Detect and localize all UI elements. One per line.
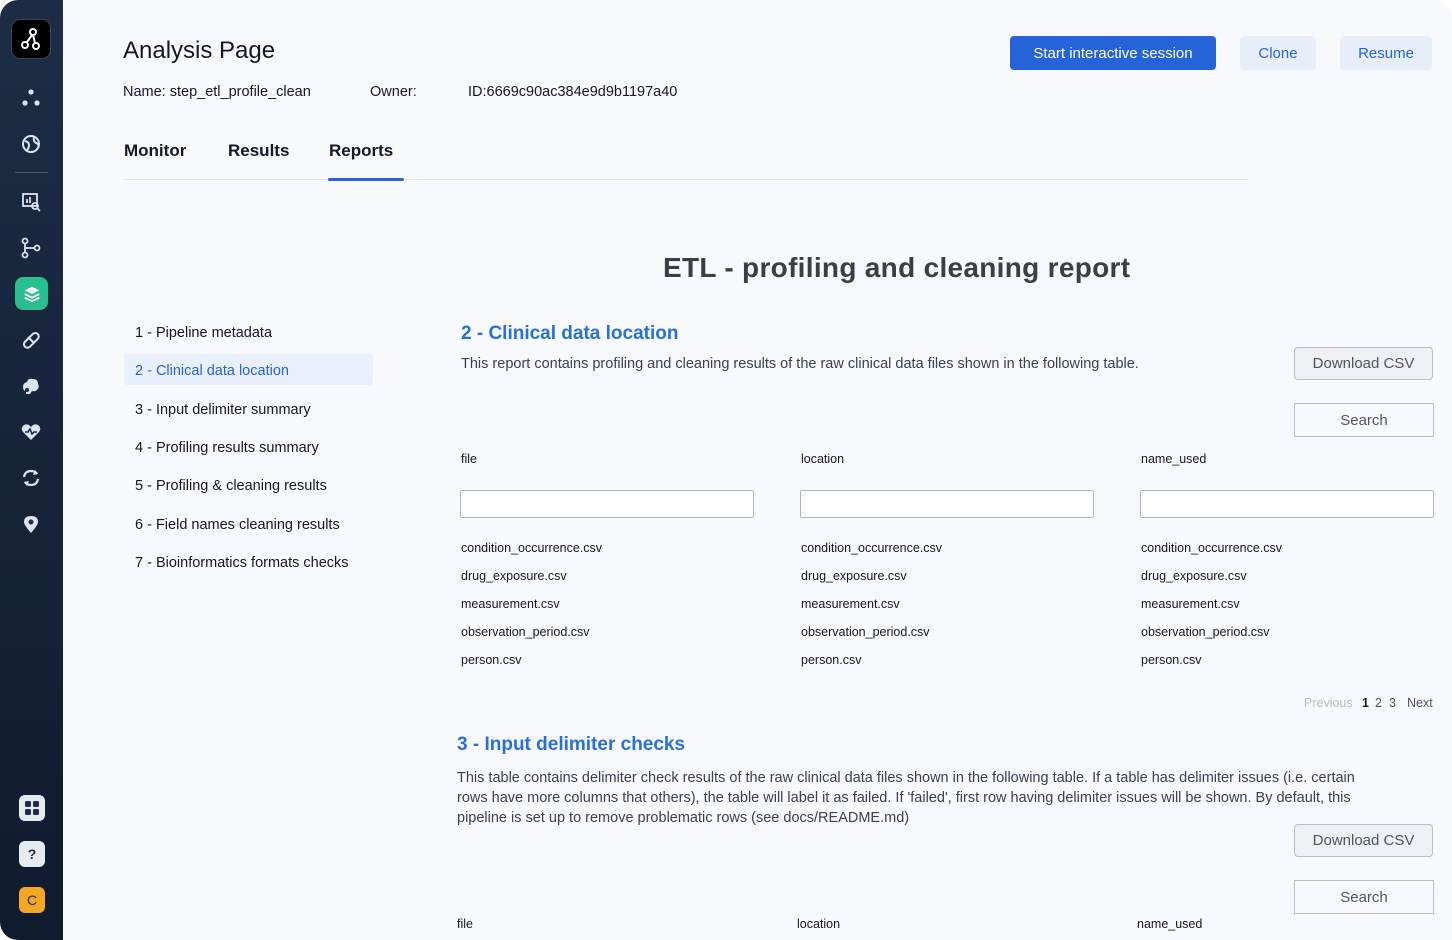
- column-header-file[interactable]: file: [461, 452, 477, 466]
- column-header-name-used[interactable]: name_used: [1141, 452, 1206, 466]
- logo-icon: [21, 28, 40, 50]
- table-cell: drug_exposure.csv: [801, 569, 907, 583]
- toc-item-input-delimiter-summary[interactable]: 3 - Input delimiter summary: [135, 402, 311, 418]
- table-cell: condition_occurrence.csv: [461, 541, 603, 555]
- toc-item-clinical-data-location[interactable]: 2 - Clinical data location: [135, 363, 289, 379]
- filter-input-location[interactable]: [800, 490, 1094, 518]
- tab-results[interactable]: Results: [228, 141, 289, 161]
- table-cell: measurement.csv: [1141, 597, 1240, 611]
- column-header-location[interactable]: location: [801, 452, 844, 466]
- section-3-search-button[interactable]: Search: [1294, 880, 1434, 914]
- table-cell: drug_exposure.csv: [461, 569, 567, 583]
- pager-previous[interactable]: Previous: [1304, 696, 1353, 710]
- page-title: Analysis Page: [123, 37, 276, 64]
- table-cell: person.csv: [461, 653, 522, 667]
- toc-item-field-names-cleaning-results[interactable]: 6 - Field names cleaning results: [135, 517, 340, 533]
- table-cell: drug_exposure.csv: [1141, 569, 1247, 583]
- git-branch-icon[interactable]: [17, 234, 45, 262]
- section-2-download-csv-button[interactable]: Download CSV: [1294, 347, 1433, 380]
- pager-page-1[interactable]: 1: [1362, 696, 1369, 710]
- analysis-owner: Owner:: [370, 84, 417, 100]
- table-cell: person.csv: [801, 653, 862, 667]
- analysis-name: Name: step_etl_profile_clean: [123, 84, 311, 100]
- toc-item-profiling-cleaning-results[interactable]: 5 - Profiling & cleaning results: [135, 478, 327, 494]
- help-icon[interactable]: ?: [19, 841, 45, 867]
- section-3-download-csv-button[interactable]: Download CSV: [1294, 824, 1433, 857]
- section-2-description: This report contains profiling and clean…: [461, 356, 1139, 372]
- user-avatar[interactable]: C: [19, 887, 45, 913]
- toc-item-pipeline-metadata[interactable]: 1 - Pipeline metadata: [135, 325, 272, 341]
- section-3-description-line-3: pipeline is set up to remove problematic…: [457, 810, 910, 826]
- pager-page-3[interactable]: 3: [1389, 696, 1396, 710]
- pager-next[interactable]: Next: [1407, 696, 1433, 710]
- filter-input-name-used[interactable]: [1140, 490, 1434, 518]
- section-3-description-line-2: rows have more columns that others), the…: [457, 790, 1351, 806]
- sidebar: ? C: [0, 0, 63, 940]
- report-title: ETL - profiling and cleaning report: [663, 252, 1131, 283]
- table-cell: condition_occurrence.csv: [801, 541, 943, 555]
- toc-item-bioinformatics-formats-checks[interactable]: 7 - Bioinformatics formats checks: [135, 555, 349, 571]
- column-header-location[interactable]: location: [797, 917, 840, 931]
- sidebar-divider: [15, 172, 48, 173]
- column-header-name-used[interactable]: name_used: [1137, 917, 1202, 931]
- location-pin-icon[interactable]: [17, 510, 45, 538]
- resume-button[interactable]: Resume: [1340, 36, 1432, 70]
- table-cell: condition_occurrence.csv: [1141, 541, 1283, 555]
- table-cell: observation_period.csv: [1141, 625, 1270, 639]
- brain-icon[interactable]: [17, 372, 45, 400]
- active-tab-indicator: [328, 178, 404, 181]
- globe-icon[interactable]: [17, 130, 45, 158]
- section-3-description-line-1: This table contains delimiter check resu…: [457, 770, 1355, 786]
- tabs-divider: [123, 179, 1248, 180]
- sync-icon[interactable]: [17, 464, 45, 492]
- section-3-title: 3 - Input delimiter checks: [457, 734, 686, 755]
- toc-item-profiling-results-summary[interactable]: 4 - Profiling results summary: [135, 440, 319, 456]
- layers-icon[interactable]: [15, 277, 48, 310]
- column-header-file[interactable]: file: [457, 917, 473, 931]
- table-cell: observation_period.csv: [801, 625, 930, 639]
- section-2-search-button[interactable]: Search: [1294, 403, 1434, 437]
- table-cell: person.csv: [1141, 653, 1202, 667]
- clone-button[interactable]: Clone: [1240, 36, 1316, 70]
- table-cell: measurement.csv: [461, 597, 560, 611]
- network-icon[interactable]: [17, 84, 45, 112]
- start-interactive-session-button[interactable]: Start interactive session: [1010, 36, 1216, 70]
- grid-icon[interactable]: [19, 795, 45, 821]
- section-2-title: 2 - Clinical data location: [461, 323, 679, 344]
- app-logo[interactable]: [11, 19, 51, 59]
- table-cell: measurement.csv: [801, 597, 900, 611]
- tab-monitor[interactable]: Monitor: [124, 141, 186, 161]
- table-cell: observation_period.csv: [461, 625, 590, 639]
- filter-input-file[interactable]: [460, 490, 754, 518]
- heart-icon[interactable]: [17, 418, 45, 446]
- chart-search-icon[interactable]: [17, 188, 45, 216]
- pager-page-2[interactable]: 2: [1375, 696, 1382, 710]
- tab-reports[interactable]: Reports: [329, 141, 393, 161]
- analysis-id: ID:6669c90ac384e9d9b1197a40: [468, 84, 678, 100]
- app-frame: ? C Analysis Page Name: step_etl_profile…: [0, 0, 1452, 940]
- pill-icon[interactable]: [17, 326, 45, 354]
